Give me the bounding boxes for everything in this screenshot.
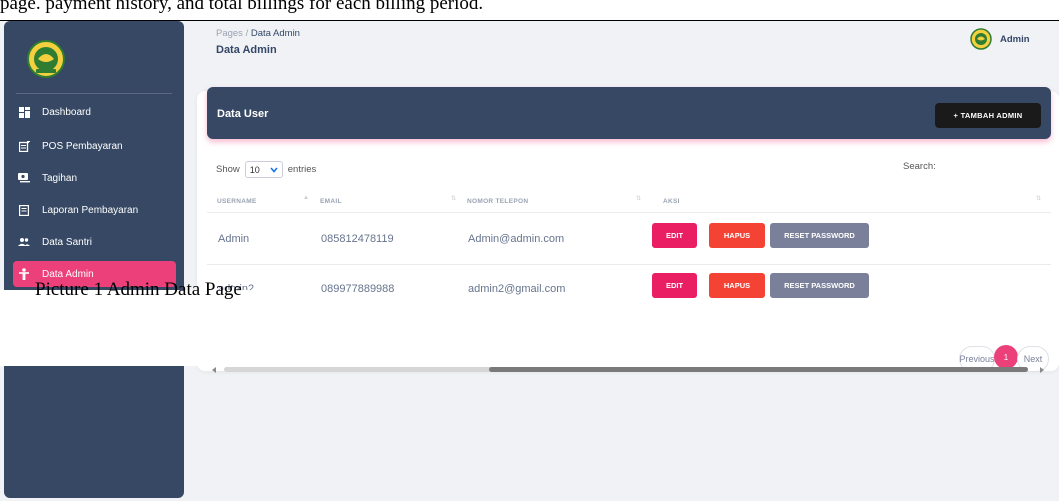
table-cell-username: Admin [218,233,250,245]
sort-ascending-icon[interactable]: ▲ [303,195,309,201]
entries-label: entries [287,164,317,175]
user-name: Admin [1000,33,1030,45]
sidebar-item-tagihan[interactable]: Tagihan [13,165,176,191]
sidebar-item-pos-pembayaran[interactable]: POS Pembayaran [13,133,176,159]
group-icon [18,236,30,248]
breadcrumb-current: Data Admin [250,28,300,39]
scroll-left-arrow-icon[interactable] [212,367,216,373]
sidebar-item-label: Dashboard [42,106,91,118]
table-row-divider [207,264,1051,265]
sidebar-item-laporan-pembayaran[interactable]: Laporan Pembayaran [13,197,176,223]
avatar-logo-icon [970,28,992,50]
sidebar-divider [16,93,172,94]
scrollbar-thumb[interactable] [489,367,1028,372]
scroll-right-arrow-icon[interactable] [1040,367,1044,373]
table-header-divider [207,212,1051,213]
reset-password-button[interactable]: RESET PASSWORD [770,273,869,298]
column-header-email[interactable]: EMAIL [320,198,342,205]
figure-caption: Picture 1 Admin Data Page [35,279,242,300]
sidebar-item-dashboard[interactable]: Dashboard [13,99,176,125]
card-title: Data User [217,108,269,120]
scrollbar-track[interactable] [224,367,1028,372]
page-title: Data Admin [216,44,277,56]
pesantren-logo-icon [27,40,65,78]
column-header-nomor-telepon[interactable]: NOMOR TELEPON [467,198,528,205]
chevron-down-icon [270,166,278,173]
sidebar-item-label: Tagihan [42,172,78,184]
breadcrumb-root[interactable]: Pages [216,28,243,39]
sort-icon[interactable]: ⇅ [636,195,641,202]
app-screenshot: Dashboard POS Pembayaran Tagihan Laporan… [0,20,1059,501]
breadcrumb: Pages / Data Admin [216,28,300,39]
dashboard-icon [18,106,30,118]
delete-button[interactable]: HAPUS [709,223,765,248]
table-cell-phone: admin2@gmail.com [468,283,566,295]
table-cell-email: 089977889988 [321,283,395,295]
payments-icon [18,172,30,184]
column-header-username[interactable]: USERNAME [217,198,257,205]
post-add-icon [18,140,30,152]
sidebar-item-label: Data Admin [42,268,94,280]
card-header: Data User + TAMBAH ADMIN [207,87,1051,139]
delete-button[interactable]: HAPUS [709,273,765,298]
sidebar: Dashboard POS Pembayaran Tagihan Laporan… [4,21,184,498]
breadcrumb-separator: / [245,28,249,39]
document-page: page. payment history, and total billing… [0,0,1059,501]
sidebar-item-label: POS Pembayaran [42,140,123,152]
entries-select[interactable]: 10 [244,161,283,178]
document-top-text: page. payment history, and total billing… [0,0,484,14]
reset-password-button[interactable]: RESET PASSWORD [770,223,869,248]
receipt-icon [18,204,30,216]
add-admin-button[interactable]: + TAMBAH ADMIN [935,103,1041,128]
sidebar-item-label: Data Santri [42,236,93,248]
table-cell-email: 085812478119 [321,233,394,245]
entries-select-value: 10 [249,164,260,175]
user-menu[interactable]: Admin [970,28,1030,50]
sidebar-item-label: Laporan Pembayaran [42,204,139,216]
sort-icon[interactable]: ⇅ [451,195,456,202]
sort-icon[interactable]: ⇅ [1036,195,1041,202]
edit-button[interactable]: EDIT [652,223,697,248]
search-label: Search: [903,161,936,172]
sidebar-item-data-santri[interactable]: Data Santri [13,229,176,255]
entries-length-control: Show 10 entries [216,161,316,178]
person-icon [18,268,30,280]
column-header-aksi[interactable]: AKSI [663,198,680,205]
show-label: Show [216,164,240,175]
caption-overlay [0,290,308,366]
table-cell-phone: Admin@admin.com [468,233,565,245]
edit-button[interactable]: EDIT [652,273,697,298]
horizontal-scrollbar[interactable] [212,366,1044,373]
